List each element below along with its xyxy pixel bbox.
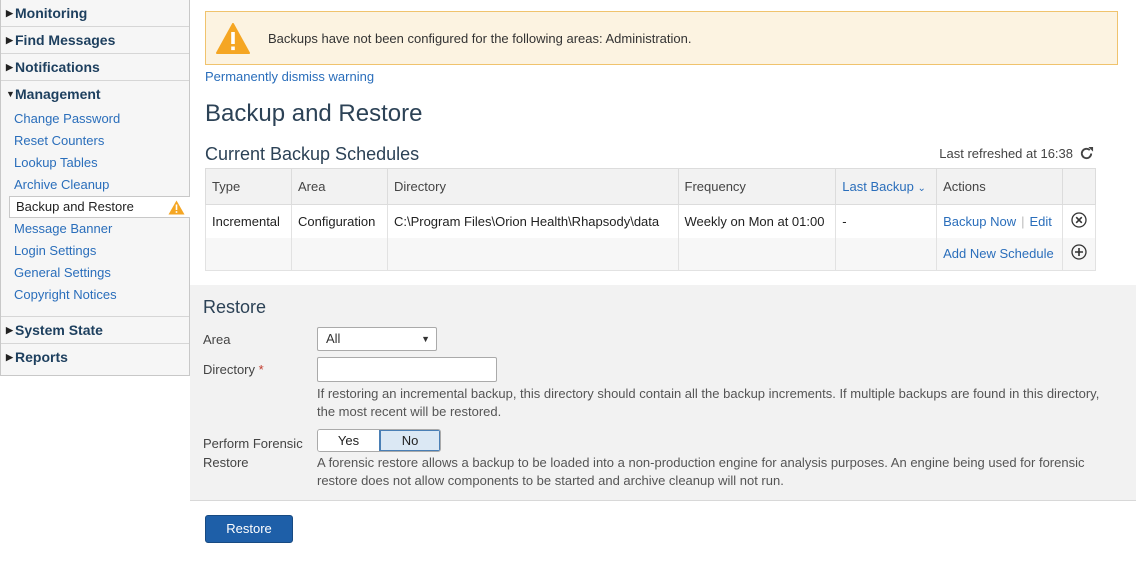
cell-empty <box>290 237 388 271</box>
warning-icon <box>168 200 185 214</box>
sidebar-section-label: System State <box>15 321 103 338</box>
forensic-yes-option[interactable]: Yes <box>318 430 379 451</box>
area-label: Area <box>203 332 231 347</box>
sidebar-section-label: Monitoring <box>15 4 88 21</box>
cell-delete <box>1061 204 1097 238</box>
edit-link[interactable]: Edit <box>1030 214 1052 229</box>
collapsed-arrow-icon: ▶ <box>6 61 13 72</box>
collapsed-arrow-icon: ▶ <box>6 34 13 45</box>
collapsed-arrow-icon: ▶ <box>6 7 13 18</box>
column-header-label: Last Backup <box>842 179 914 194</box>
forensic-no-option[interactable]: No <box>379 430 440 451</box>
cell-empty <box>386 237 679 271</box>
forensic-toggle: Yes No <box>317 429 441 452</box>
sidebar-section-label: Management <box>15 86 101 102</box>
cell-directory: C:\Program Files\Orion Health\Rhapsody\d… <box>386 204 679 238</box>
sidebar-section-label: Find Messages <box>15 31 116 48</box>
sidebar-item-reset-counters[interactable]: Reset Counters <box>1 130 189 152</box>
forensic-label-line1: Perform Forensic <box>203 436 303 451</box>
directory-label-text: Directory <box>203 362 256 377</box>
directory-help-text: If restoring an incremental backup, this… <box>317 386 1100 419</box>
delete-circle-icon[interactable] <box>1071 212 1087 228</box>
refresh-icon[interactable] <box>1079 146 1094 161</box>
cell-empty <box>677 237 837 271</box>
expanded-arrow-icon: ▼ <box>6 89 15 99</box>
sidebar-item-label: Backup and Restore <box>16 199 134 214</box>
sidebar-item-message-banner[interactable]: Message Banner <box>1 218 189 240</box>
sidebar-item-change-password[interactable]: Change Password <box>1 108 189 130</box>
sidebar-section-notifications[interactable]: ▶ Notifications <box>1 54 189 81</box>
warning-text: Backups have not been configured for the… <box>268 30 692 46</box>
backup-warning-banner: Backups have not been configured for the… <box>205 11 1118 65</box>
restore-panel: Restore Area All ▼ Directory * If restor… <box>190 285 1136 501</box>
sidebar-section-system-state[interactable]: ▶ System State <box>1 317 189 344</box>
page-title: Backup and Restore <box>205 100 423 127</box>
cell-empty <box>835 237 938 271</box>
sidebar-section-label: Reports <box>15 349 68 365</box>
directory-input[interactable] <box>317 357 497 382</box>
column-header-area: Area <box>290 168 388 205</box>
schedules-title: Current Backup Schedules <box>205 144 420 164</box>
collapsed-arrow-icon: ▶ <box>6 324 13 335</box>
table-row: Add New Schedule <box>205 237 1097 271</box>
area-select[interactable]: All ▼ <box>317 327 437 351</box>
action-separator: | <box>1021 213 1025 229</box>
sidebar-item-general-settings[interactable]: General Settings <box>1 262 189 284</box>
sidebar-item-lookup-tables[interactable]: Lookup Tables <box>1 152 189 174</box>
area-select-value: All <box>326 331 341 346</box>
sidebar-section-label: Notifications <box>15 58 100 75</box>
sidebar-item-login-settings[interactable]: Login Settings <box>1 240 189 262</box>
forensic-label: Perform Forensic Restore <box>203 434 303 472</box>
backup-now-link[interactable]: Backup Now <box>943 214 1016 229</box>
column-header-last-backup[interactable]: Last Backup ⌄ <box>835 168 938 205</box>
forensic-help-text: A forensic restore allows a backup to be… <box>317 455 1085 488</box>
sidebar-section-monitoring[interactable]: ▶ Monitoring <box>1 0 189 27</box>
sidebar-section-reports[interactable]: ▶ Reports <box>1 344 189 371</box>
required-marker: * <box>258 362 264 377</box>
sidebar-section-find-messages[interactable]: ▶ Find Messages <box>1 27 189 54</box>
cell-frequency: Weekly on Mon at 01:00 <box>677 204 837 238</box>
add-circle-icon[interactable] <box>1071 244 1087 260</box>
cell-add <box>1061 237 1097 271</box>
management-submenu: Change Password Reset Counters Lookup Ta… <box>1 108 190 317</box>
column-header-frequency: Frequency <box>677 168 837 205</box>
dropdown-arrow-icon: ▼ <box>421 334 430 344</box>
cell-add-schedule: Add New Schedule <box>936 237 1063 271</box>
sidebar-section-management[interactable]: ▼ Management <box>1 81 189 108</box>
sidebar: ▶ Monitoring ▶ Find Messages ▶ Notificat… <box>0 0 190 376</box>
column-header-directory: Directory <box>386 168 679 205</box>
last-refreshed: Last refreshed at 16:38 <box>939 146 1094 161</box>
collapsed-arrow-icon: ▶ <box>6 352 13 362</box>
table-header-row: Type Area Directory Frequency Last Backu… <box>205 168 1097 205</box>
dismiss-warning-link[interactable]: Permanently dismiss warning <box>205 69 374 84</box>
column-header-type: Type <box>205 168 292 205</box>
backup-schedules-table: Type Area Directory Frequency Last Backu… <box>205 168 1097 271</box>
column-header-blank <box>1061 168 1097 205</box>
cell-empty <box>205 237 292 271</box>
forensic-label-line2: Restore <box>203 455 249 470</box>
cell-type: Incremental <box>205 204 292 238</box>
restore-title: Restore <box>203 297 267 317</box>
column-header-actions: Actions <box>936 168 1063 205</box>
cell-last-backup: - <box>835 204 938 238</box>
sidebar-item-archive-cleanup[interactable]: Archive Cleanup <box>1 174 189 196</box>
restore-button[interactable]: Restore <box>205 515 293 543</box>
add-new-schedule-link[interactable]: Add New Schedule <box>943 246 1054 261</box>
table-row: Incremental Configuration C:\Program Fil… <box>205 204 1097 238</box>
last-refreshed-text: Last refreshed at 16:38 <box>939 146 1073 161</box>
warning-icon <box>216 22 250 54</box>
cell-area: Configuration <box>290 204 388 238</box>
directory-label: Directory * <box>203 362 264 377</box>
cell-actions: Backup Now | Edit <box>936 204 1063 238</box>
sidebar-item-copyright-notices[interactable]: Copyright Notices <box>1 284 189 306</box>
main-content: Backups have not been configured for the… <box>190 0 1136 577</box>
sidebar-item-backup-and-restore[interactable]: Backup and Restore <box>9 196 190 218</box>
chevron-down-icon: ⌄ <box>917 183 926 194</box>
